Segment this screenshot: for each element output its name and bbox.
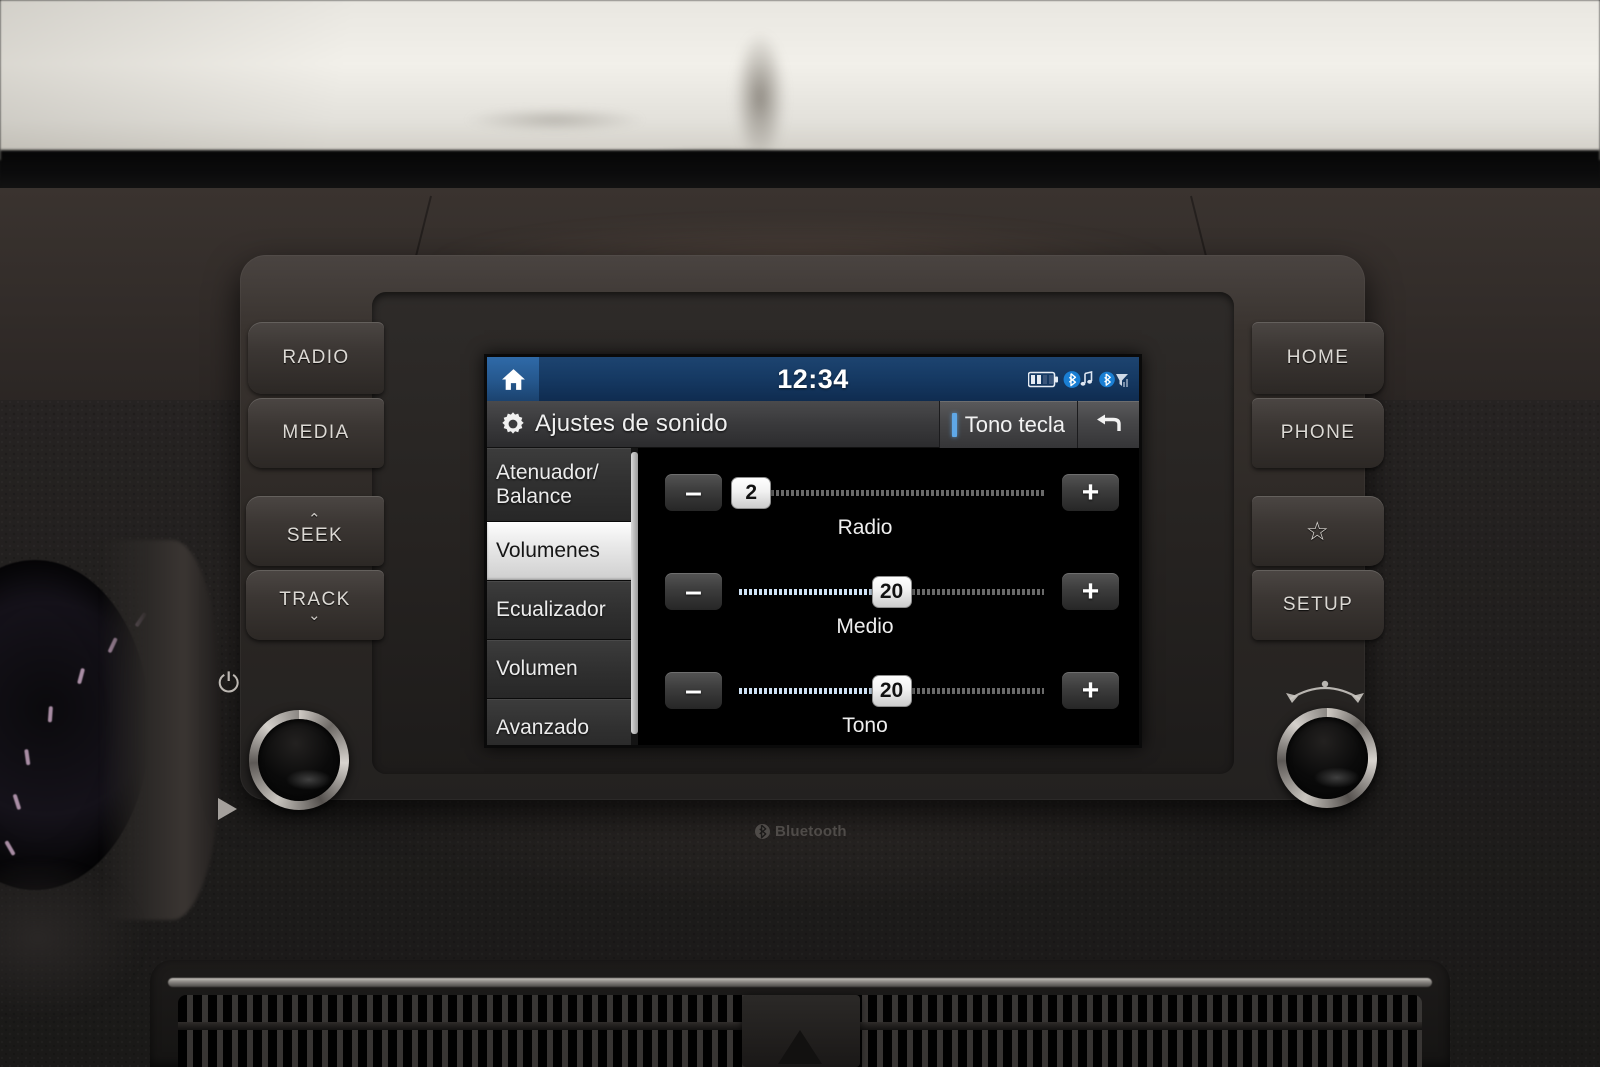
seek-button-label: SEEK [286,525,344,546]
bluetooth-badge-label: Bluetooth [775,823,847,840]
mid-slider-remainder [891,589,1044,595]
bluetooth-logo-icon [755,824,770,839]
mid-decrease-button[interactable]: – [665,573,722,610]
windshield-smudge [730,0,790,162]
chevron-down-icon: ⌄ [308,607,322,624]
knob-gloss-left [258,719,340,801]
knob-gloss-right [1286,717,1368,799]
seek-button[interactable]: ⌃ SEEK [246,496,384,566]
sidebar-scrollbar[interactable] [631,448,638,745]
status-bar: 12:34 [487,357,1139,401]
gear-icon [502,412,524,434]
status-icon-group [1028,370,1129,389]
setup-button[interactable]: SETUP [1252,570,1384,640]
tone-slider-thumb[interactable]: 20 [871,675,912,707]
sidebar-item-label-fader-balance: Atenuador/ Balance [496,461,599,508]
sidebar-item-label-volume: Volumen [496,657,578,681]
tone-slider-fill [739,688,892,694]
title-group: Ajustes de sonido [487,410,728,438]
phone-button[interactable]: PHONE [1252,398,1384,468]
media-button[interactable]: MEDIA [248,398,384,468]
title-bar: Ajustes de sonido Tono tecla [487,401,1139,448]
radio-slider-remainder [751,490,1044,496]
radio-decrease-button[interactable]: – [665,474,722,511]
radio-slider-value: 2 [745,481,758,504]
slider-row-mid: – 20 + Medio [639,557,1139,656]
minus-icon: – [685,673,702,707]
phone-button-label: PHONE [1280,422,1356,443]
minus-icon: – [685,475,702,509]
radio-button[interactable]: RADIO [248,322,384,394]
setup-button-label: SETUP [1282,594,1354,615]
radio-slider[interactable]: 2 [731,477,1044,509]
bluetooth-badge: Bluetooth [755,822,847,841]
radio-button-label: RADIO [282,347,350,368]
settings-sidebar[interactable]: Atenuador/ Balance Volumenes Ecualizador… [487,448,639,745]
windshield-smudge-secondary [430,95,680,145]
bluetooth-audio-icon [1063,370,1093,388]
tone-slider[interactable]: 20 [739,675,1044,707]
volume-slider-panel: – 2 + Radio – 20 + Medio – 20 + Tono [639,448,1139,745]
plus-icon: + [1081,574,1100,608]
back-button[interactable] [1077,401,1139,448]
star-icon: ☆ [1305,515,1331,546]
car-interior-scene: RADIO MEDIA ⌃ SEEK TRACK ⌄ HOME PHONE ☆ … [0,0,1600,1067]
radio-increase-button[interactable]: + [1062,474,1119,511]
back-arrow-icon [1096,414,1121,431]
chevron-up-icon: ⌃ [308,511,322,528]
vent-triangle-marker [778,1030,822,1064]
tune-arrows-icon [1286,680,1364,703]
favorites-button[interactable]: ☆ [1252,496,1384,566]
slider-row-radio: – 2 + Radio [639,458,1139,557]
home-button[interactable]: HOME [1252,322,1384,394]
minus-icon: – [685,574,702,608]
key-tone-indicator [951,412,957,437]
title-bar-actions: Tono tecla [938,401,1139,448]
mid-slider-label: Medio [836,615,894,638]
panel-marker-triangle [218,798,237,820]
tone-increase-button[interactable]: + [1062,672,1119,709]
home-button-label: HOME [1286,347,1350,368]
radio-slider-track [739,490,1044,496]
tone-slider-value: 20 [879,679,904,702]
bluetooth-phone-signal-icon [1099,371,1128,387]
tone-slider-label: Tono [842,714,888,737]
mid-slider[interactable]: 20 [739,576,1044,608]
track-button[interactable]: TRACK ⌄ [246,570,384,640]
sidebar-item-label-equalizer: Ecualizador [496,598,606,622]
plus-icon: + [1081,475,1100,509]
power-icon: ⏻ [218,668,240,698]
mid-slider-value: 20 [879,580,904,603]
windshield [0,0,1600,160]
mid-slider-thumb[interactable]: 20 [871,576,912,608]
media-button-label: MEDIA [282,422,350,443]
mid-increase-button[interactable]: + [1062,573,1119,610]
sidebar-item-volume[interactable]: Volumen [487,640,633,699]
key-tone-label: Tono tecla [964,411,1065,437]
page-title: Ajustes de sonido [535,410,728,437]
screen-body: Atenuador/ Balance Volumenes Ecualizador… [487,448,1139,745]
vent-chrome-trim [168,978,1432,987]
sidebar-item-label-advanced: Avanzado [496,716,590,740]
infotainment-screen[interactable]: 12:34 Ajustes de sonido Tono tecla Atenu… [487,357,1139,745]
plus-icon: + [1081,673,1100,707]
tone-slider-remainder [891,688,1044,694]
radio-slider-thumb[interactable]: 2 [731,477,772,509]
tone-decrease-button[interactable]: – [665,672,722,709]
key-tone-button[interactable]: Tono tecla [938,401,1077,448]
battery-icon [1028,371,1058,387]
sidebar-item-label-volumes: Volumenes [496,539,600,563]
sidebar-scrollbar-thumb[interactable] [631,452,638,734]
radio-slider-label: Radio [837,516,893,539]
mid-slider-fill [739,589,892,595]
sidebar-item-fader-balance[interactable]: Atenuador/ Balance [487,448,633,522]
slider-row-tone: – 20 + Tono [639,656,1139,745]
